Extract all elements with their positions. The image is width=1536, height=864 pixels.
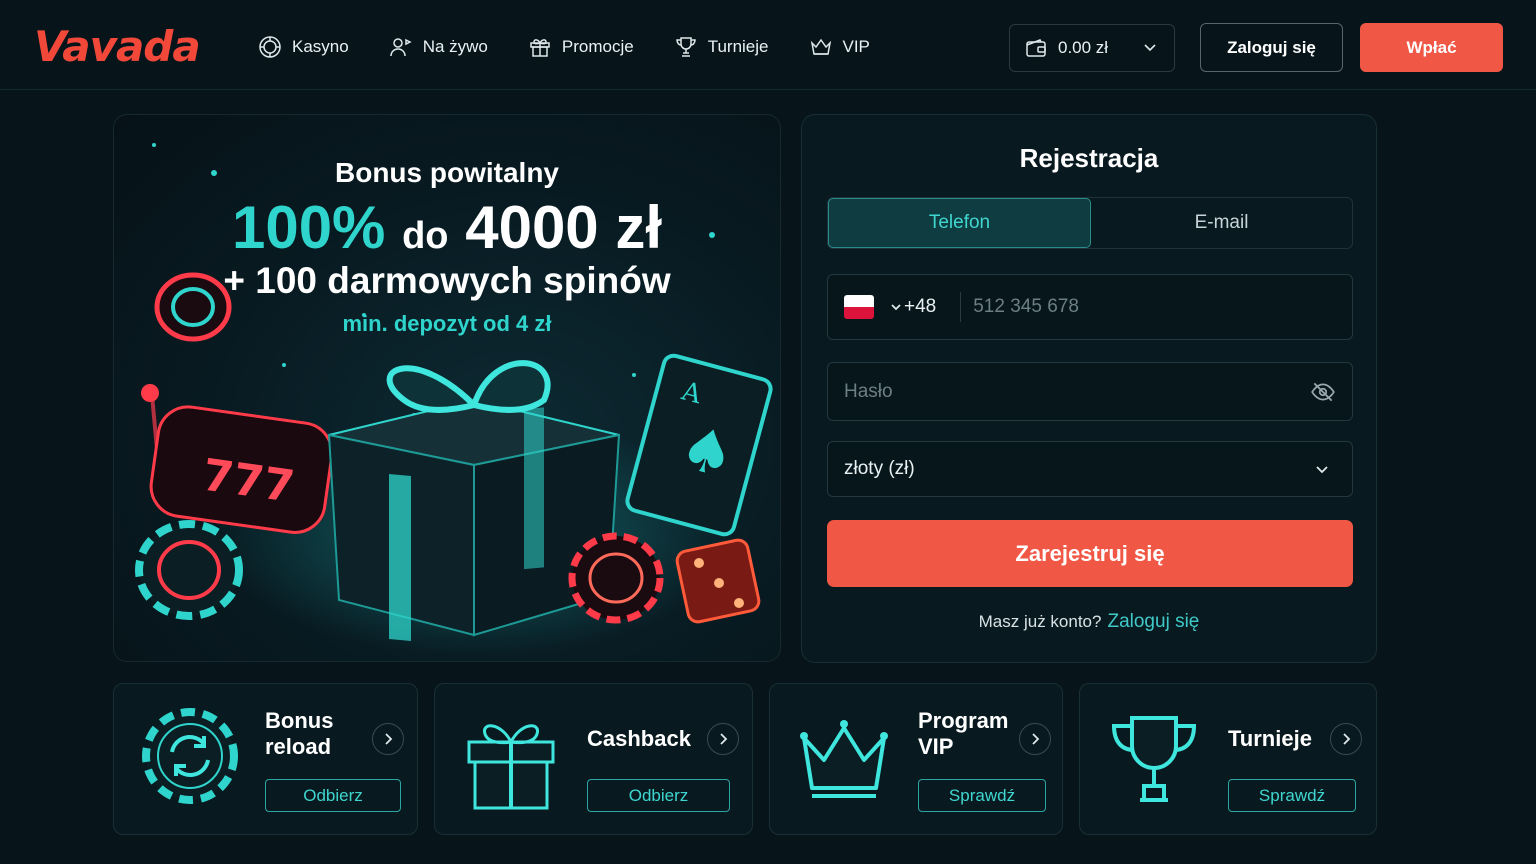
- chevron-right-icon[interactable]: [372, 723, 404, 755]
- nav-item-vip[interactable]: VIP: [809, 33, 870, 61]
- claim-button[interactable]: Odbierz: [587, 779, 730, 812]
- main-nav: Kasyno Na żywo Promocje Turnieje VIP: [258, 33, 910, 61]
- password-input[interactable]: [828, 380, 1310, 403]
- tab-email[interactable]: E-mail: [1091, 198, 1352, 248]
- nav-label: Kasyno: [292, 37, 349, 56]
- registration-tabs: Telefon E-mail: [827, 197, 1353, 249]
- promo-heading: Bonus powitalny: [335, 157, 559, 188]
- card-title-line1: Bonus: [265, 708, 334, 733]
- chevron-down-icon: [1316, 466, 1328, 474]
- card-turnieje[interactable]: Turnieje Sprawdź: [1079, 683, 1377, 835]
- nav-label: Promocje: [561, 37, 634, 56]
- balance-amount: 0.00 zł: [1058, 38, 1109, 57]
- card-title: Turnieje: [1228, 726, 1312, 752]
- check-button[interactable]: Sprawdź: [918, 779, 1046, 812]
- nav-item-turnieje[interactable]: Turnieje: [674, 33, 769, 61]
- currency-value: złoty (zł): [844, 458, 915, 479]
- currency-select[interactable]: złoty (zł): [827, 441, 1353, 497]
- gift-icon: [530, 39, 550, 57]
- top-header: Vavada Kasyno Na żywo Promocje Turnieje …: [0, 0, 1536, 90]
- promo-upto: do: [402, 215, 449, 257]
- phone-input[interactable]: [961, 296, 1352, 318]
- promo-percent: 100%: [231, 194, 386, 261]
- card-title: Bonus reload: [265, 708, 333, 760]
- ace-card-icon: A ♠: [625, 353, 773, 537]
- red-chip-bottom-icon: [568, 532, 664, 624]
- have-account-row: Masz już konto? Zaloguj się: [802, 611, 1376, 633]
- card-title-line1: Program: [918, 708, 1009, 733]
- dice-icon: [675, 538, 761, 624]
- nav-label: Turnieje: [707, 37, 769, 56]
- country-code: +48: [904, 296, 937, 317]
- nav-label: VIP: [842, 37, 870, 56]
- promo-free-spins: + 100 darmowych spinów: [223, 260, 671, 301]
- card-title: Program VIP: [918, 708, 1008, 760]
- card-program-vip[interactable]: Program VIP Sprawdź: [769, 683, 1063, 835]
- trophy-icon: [1111, 716, 1197, 802]
- login-link[interactable]: Zaloguj się: [1107, 611, 1199, 632]
- crown-icon: [810, 38, 831, 55]
- card-title-line2: reload: [265, 734, 332, 759]
- have-account-text: Masz już konto?: [978, 612, 1102, 631]
- promo-min-deposit: min. depozyt od 4 zł: [342, 311, 552, 336]
- card-title-line1: Turnieje: [1228, 726, 1312, 751]
- claim-button[interactable]: Odbierz: [265, 779, 401, 812]
- live-dealer-icon: [389, 38, 412, 57]
- nav-item-promocje[interactable]: Promocje: [528, 33, 634, 61]
- eye-off-icon[interactable]: [1310, 379, 1336, 405]
- gift-icon: [467, 724, 555, 810]
- trophy-icon: [675, 37, 696, 57]
- teal-chip-icon: [135, 520, 243, 620]
- promo-bonus-amount: 100% do 4000 zł: [114, 193, 780, 262]
- chevron-down-icon[interactable]: [890, 301, 902, 313]
- card-cashback[interactable]: Cashback Odbierz: [434, 683, 753, 835]
- nav-label: Na żywo: [422, 37, 488, 56]
- card-title: Cashback: [587, 726, 691, 752]
- nav-item-na-zywo[interactable]: Na żywo: [389, 33, 488, 61]
- vavada-logo[interactable]: Vavada: [34, 22, 201, 71]
- chevron-down-icon: [1144, 44, 1156, 52]
- casino-chip-icon: [259, 36, 281, 58]
- promo-amount: 4000 zł: [465, 194, 663, 261]
- slot-machine-icon: 777: [141, 384, 334, 534]
- reload-chip-icon: [142, 708, 238, 804]
- chevron-right-icon[interactable]: [707, 723, 739, 755]
- card-title-line2: VIP: [918, 734, 954, 759]
- crown-icon: [800, 720, 888, 798]
- chevron-right-icon[interactable]: [1330, 723, 1362, 755]
- chevron-right-icon[interactable]: [1019, 723, 1051, 755]
- wallet-icon: [1026, 39, 1046, 57]
- tab-telefon[interactable]: Telefon: [828, 198, 1091, 248]
- registration-title: Rejestracja: [1019, 143, 1159, 173]
- poland-flag-icon[interactable]: [844, 295, 874, 319]
- register-button[interactable]: Zarejestruj się: [827, 520, 1353, 587]
- card-bonus-reload[interactable]: Bonus reload Odbierz: [113, 683, 418, 835]
- registration-panel: Rejestracja Telefon E-mail +48 złoty (zł…: [801, 114, 1377, 663]
- password-field: [827, 362, 1353, 421]
- card-title-line1: Cashback: [587, 726, 691, 751]
- check-button[interactable]: Sprawdź: [1228, 779, 1356, 812]
- nav-item-kasyno[interactable]: Kasyno: [258, 33, 349, 61]
- phone-field: +48: [827, 274, 1353, 340]
- wallet-balance-dropdown[interactable]: 0.00 zł: [1009, 24, 1175, 72]
- login-button[interactable]: Zaloguj się: [1200, 23, 1343, 72]
- welcome-bonus-banner[interactable]: 777 A ♠ Bonus powitalny 100% do 4000 zł …: [113, 114, 781, 662]
- deposit-button[interactable]: Wpłać: [1360, 23, 1503, 72]
